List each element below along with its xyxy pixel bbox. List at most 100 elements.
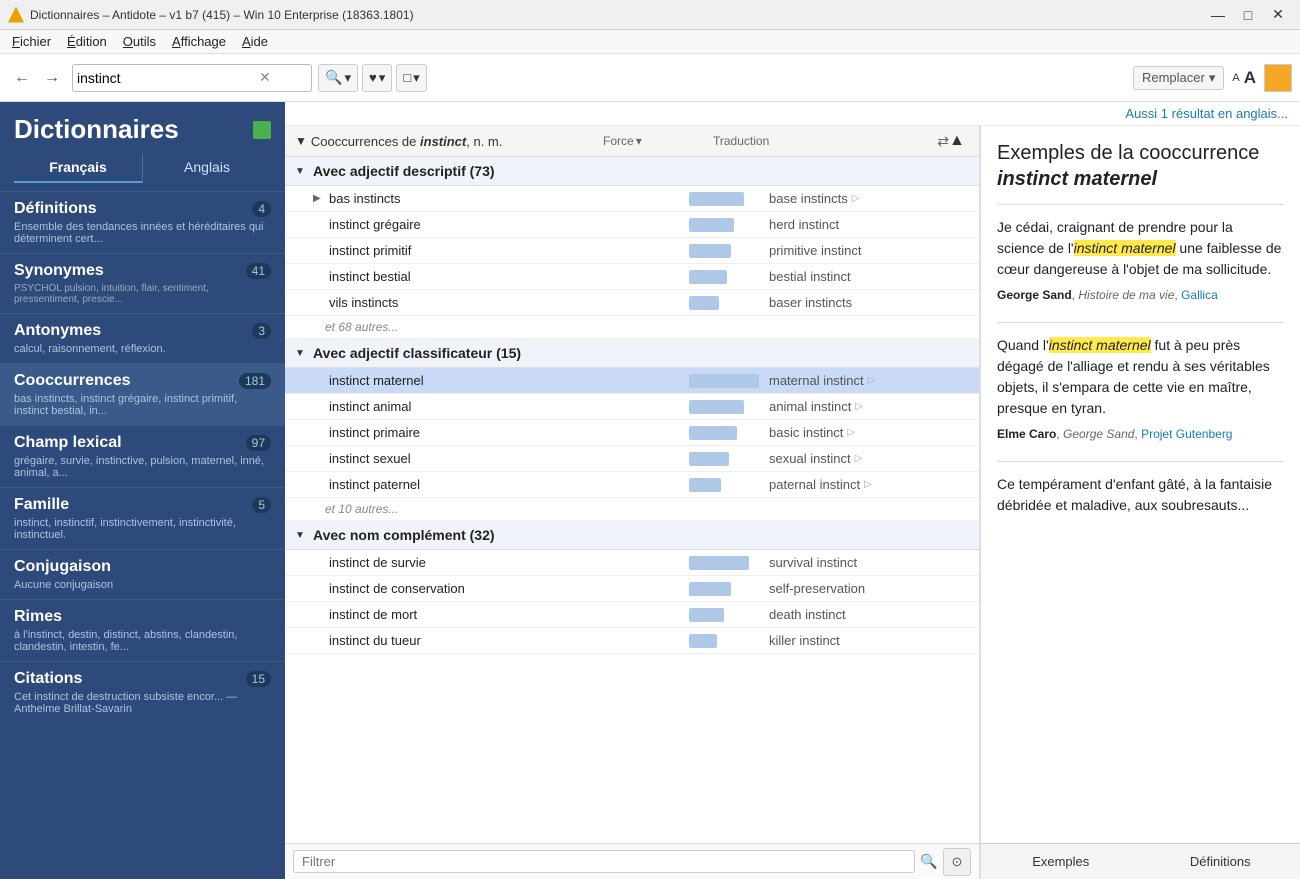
sidebar-item-citations[interactable]: Citations 15 Cet instinct de destruction… (0, 661, 285, 723)
section-header-adjectif-descriptif[interactable]: ▼ Avec adjectif descriptif (73) (285, 157, 979, 186)
clipboard-button[interactable]: □ ▾ (396, 64, 426, 92)
sidebar-item-cooccurrences[interactable]: Cooccurrences 181 bas instincts, instinc… (0, 363, 285, 425)
table-row[interactable]: instinct de mort death instinct (285, 602, 979, 628)
close-button[interactable]: ✕ (1264, 5, 1292, 25)
filter-search-icon: 🔍 (915, 848, 943, 876)
row-force-bar (689, 270, 769, 284)
section-etc[interactable]: et 68 autres... (285, 316, 979, 339)
table-row[interactable]: instinct du tueur killer instinct (285, 628, 979, 654)
row-arrow-icon: ▷ (852, 193, 860, 204)
menu-outils[interactable]: Outils (115, 32, 164, 51)
table-row[interactable]: instinct de conservation self-preservati… (285, 576, 979, 602)
cooc-col-force-header[interactable]: Force ▾ (603, 134, 713, 148)
table-row[interactable]: instinct paternel paternal instinct ▷ (285, 472, 979, 498)
table-row[interactable]: ▶ bas instincts base instincts ▷ (285, 186, 979, 212)
row-word: instinct animal (329, 399, 689, 414)
highlight-text: instinct maternel (1074, 240, 1176, 256)
force-bar-fill (689, 270, 727, 284)
filter-options-button[interactable]: ⊙ (943, 848, 971, 876)
also-result-bar[interactable]: Aussi 1 résultat en anglais... (285, 102, 1300, 126)
section-title-adjectif-descriptif: Avec adjectif descriptif (73) (313, 163, 495, 179)
cooc-header-toggle[interactable]: ▼ (295, 134, 307, 148)
forward-button[interactable]: → (38, 64, 66, 92)
favorites-button[interactable]: ♥ ▾ (362, 64, 392, 92)
replace-button[interactable]: Remplacer ▾ (1133, 66, 1224, 90)
publisher-link[interactable]: Gallica (1181, 288, 1218, 302)
table-row[interactable]: instinct grégaire herd instinct (285, 212, 979, 238)
lang-english[interactable]: Anglais (143, 153, 271, 183)
menu-aide[interactable]: Aide (234, 32, 276, 51)
force-bar-fill (689, 452, 729, 466)
table-row[interactable]: instinct primaire basic instinct ▷ (285, 420, 979, 446)
font-increase-button[interactable]: A (1244, 68, 1256, 88)
sidebar-item-champ-lexical[interactable]: Champ lexical 97 grégaire, survie, insti… (0, 425, 285, 487)
table-row[interactable]: instinct primitif primitive instinct (285, 238, 979, 264)
content-area: Aussi 1 résultat en anglais... ▼ Cooccur… (285, 102, 1300, 879)
force-bar-fill (689, 608, 724, 622)
table-row[interactable]: instinct de survie survival instinct (285, 550, 979, 576)
publisher-link[interactable]: Projet Gutenberg (1141, 427, 1232, 441)
lang-french[interactable]: Français (14, 153, 142, 183)
sidebar-item-synonymes[interactable]: Synonymes 41 PSYCHOL pulsion, intuition,… (0, 253, 285, 313)
toolbar: ← → ✕ 🔍 ▾ ♥ ▾ □ ▾ Remplacer ▾ A A (0, 54, 1300, 102)
search-clear-button[interactable]: ✕ (257, 69, 273, 86)
section-adjectif-descriptif: ▼ Avec adjectif descriptif (73) ▶ bas in… (285, 157, 979, 339)
tab-definitions[interactable]: Définitions (1141, 844, 1300, 879)
search-options-button[interactable]: 🔍 ▾ (318, 64, 358, 92)
cooc-swap-icon[interactable]: ⇄ (913, 133, 949, 150)
window-title: Dictionnaires – Antidote – v1 b7 (415) –… (30, 8, 414, 22)
sidebar-item-conjugaison[interactable]: Conjugaison Aucune conjugaison (0, 549, 285, 599)
sidebar-header: Dictionnaires Français Anglais (0, 102, 285, 191)
sidebar-cooccurrences-title: Cooccurrences (14, 372, 131, 390)
sidebar-item-rimes[interactable]: Rimes à l'instinct, destin, distinct, ab… (0, 599, 285, 661)
row-force-bar (689, 582, 769, 596)
menu-fichier[interactable]: Fichier (4, 32, 59, 51)
row-translation: herd instinct (769, 217, 969, 232)
sidebar-famille-title: Famille (14, 496, 69, 514)
right-panel-scroll[interactable]: Exemples de la cooccurrence instinct mat… (981, 126, 1300, 843)
force-bar-fill (689, 426, 737, 440)
clipboard-dropdown-arrow: ▾ (413, 70, 420, 86)
sidebar-synonymes-title: Synonymes (14, 262, 104, 280)
table-row[interactable]: instinct maternel maternal instinct ▷ (285, 368, 979, 394)
clipboard-icon: □ (403, 70, 411, 85)
title-bar-controls[interactable]: — □ ✕ (1204, 5, 1292, 25)
scroll-up-button[interactable]: ▲ (949, 132, 969, 150)
font-decrease-button[interactable]: A (1232, 72, 1239, 84)
tab-exemples[interactable]: Exemples (981, 844, 1141, 879)
work-title: George Sand (1063, 427, 1134, 441)
table-row[interactable]: vils instincts baser instincts (285, 290, 979, 316)
toolbar-actions: 🔍 ▾ ♥ ▾ □ ▾ (318, 64, 427, 92)
row-force-bar (689, 192, 769, 206)
back-button[interactable]: ← (8, 64, 36, 92)
sidebar-item-antonymes[interactable]: Antonymes 3 calcul, raisonnement, réflex… (0, 313, 285, 363)
menu-affichage[interactable]: Affichage (164, 32, 234, 51)
section-adjectif-classificateur: ▼ Avec adjectif classificateur (15) inst… (285, 339, 979, 521)
row-translation: self-preservation (769, 581, 969, 596)
nav-buttons: ← → (8, 64, 66, 92)
search-box[interactable]: ✕ (72, 64, 312, 92)
section-etc[interactable]: et 10 autres... (285, 498, 979, 521)
sidebar-item-definitions[interactable]: Définitions 4 Ensemble des tendances inn… (0, 191, 285, 253)
also-result-text[interactable]: Aussi 1 résultat en anglais... (1125, 106, 1288, 121)
row-word: instinct maternel (329, 373, 689, 388)
row-translation: animal instinct ▷ (769, 399, 969, 414)
menu-edition[interactable]: Édition (59, 32, 115, 51)
force-bar-fill (689, 478, 721, 492)
table-row[interactable]: instinct sexuel sexual instinct ▷ (285, 446, 979, 472)
minimize-button[interactable]: — (1204, 5, 1232, 25)
row-force-bar (689, 556, 769, 570)
section-header-nom-complement[interactable]: ▼ Avec nom complément (32) (285, 521, 979, 550)
section-header-adjectif-classificateur[interactable]: ▼ Avec adjectif classificateur (15) (285, 339, 979, 368)
filter-input[interactable] (293, 850, 915, 873)
color-swatch-button[interactable] (1264, 64, 1292, 92)
sidebar-item-famille[interactable]: Famille 5 instinct, instinctif, instinct… (0, 487, 285, 549)
search-icon: 🔍 (325, 69, 342, 86)
search-input[interactable] (77, 70, 257, 86)
favorites-dropdown-arrow: ▾ (379, 70, 386, 86)
table-row[interactable]: instinct animal animal instinct ▷ (285, 394, 979, 420)
maximize-button[interactable]: □ (1234, 5, 1262, 25)
cooc-scroll-area[interactable]: ▼ Avec adjectif descriptif (73) ▶ bas in… (285, 157, 979, 843)
table-row[interactable]: instinct bestial bestial instinct (285, 264, 979, 290)
example-block: Je cédai, craignant de prendre pour la s… (997, 217, 1284, 304)
